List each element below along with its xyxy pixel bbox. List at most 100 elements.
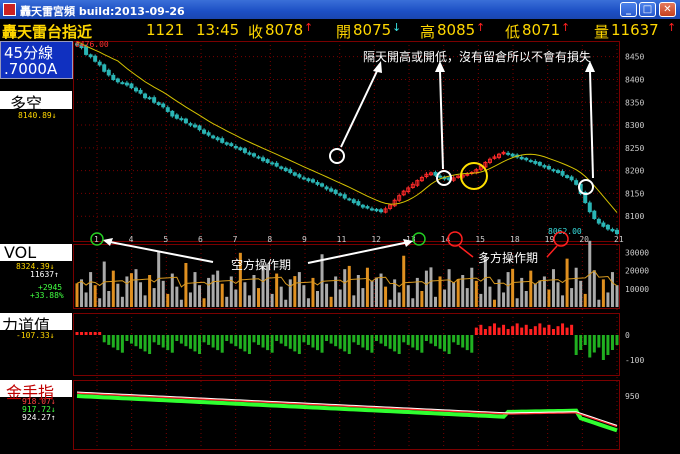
power-bar bbox=[80, 332, 84, 335]
power-tick-label: 0 bbox=[625, 331, 630, 340]
candle-body bbox=[356, 201, 361, 206]
candle-body bbox=[156, 102, 161, 106]
power-bar bbox=[275, 335, 279, 341]
volume-bar bbox=[116, 283, 120, 307]
candle-body bbox=[220, 138, 225, 143]
long-arrow-left bbox=[458, 245, 474, 258]
power-bar bbox=[202, 335, 206, 343]
volume-bar bbox=[610, 272, 614, 307]
minimize-button[interactable]: _ bbox=[620, 2, 637, 17]
symbol-name[interactable]: 轟天雷台指近 bbox=[2, 21, 92, 42]
power-bar bbox=[139, 335, 143, 349]
volume-bar bbox=[347, 265, 351, 307]
power-bar bbox=[102, 335, 106, 343]
volume-bar bbox=[502, 292, 506, 307]
power-bar bbox=[75, 332, 79, 335]
power-bar bbox=[302, 335, 306, 343]
chart-area[interactable]: 8450 8400 8350 8300 8250 8200 8150 8100 1 4 5 6 7 8 9… bbox=[73, 40, 680, 450]
volume-bar bbox=[80, 279, 84, 307]
x-tick-label: 12 bbox=[371, 235, 381, 244]
candle-body bbox=[129, 83, 134, 89]
chart-svg[interactable]: 8450 8400 8350 8300 8250 8200 8150 8100 1 4 5 6 7 8 9… bbox=[73, 40, 680, 450]
power-bar bbox=[157, 335, 161, 345]
volume-bar bbox=[515, 298, 519, 307]
vol-tick-label: 20000 bbox=[625, 267, 649, 276]
candle-body bbox=[202, 129, 207, 134]
candle-body bbox=[301, 177, 306, 180]
candle-body bbox=[147, 97, 152, 100]
power-bar bbox=[270, 335, 274, 353]
gold-finger-lines bbox=[76, 391, 618, 433]
power-bar bbox=[306, 335, 310, 345]
volume-bar bbox=[443, 289, 447, 307]
panel-tab-volume[interactable]: VOL bbox=[0, 243, 72, 262]
volume-bar bbox=[334, 276, 338, 307]
power-bar bbox=[379, 335, 383, 344]
volume-bar bbox=[529, 270, 533, 307]
maximize-button[interactable]: □ bbox=[639, 2, 656, 17]
power-bar bbox=[406, 335, 410, 345]
arrow-line-3 bbox=[589, 70, 594, 179]
candle-body bbox=[601, 222, 606, 227]
power-bar bbox=[588, 335, 592, 358]
candle-body bbox=[93, 55, 98, 62]
candle-body bbox=[574, 180, 579, 185]
volume-bar bbox=[107, 291, 111, 307]
power-bar bbox=[479, 324, 483, 335]
power-bar bbox=[365, 335, 369, 351]
candle-body bbox=[111, 74, 116, 80]
candle-body bbox=[102, 64, 107, 72]
volume-bar bbox=[202, 298, 206, 307]
gold-y-axis: 950 bbox=[625, 392, 640, 401]
candle-body bbox=[519, 156, 524, 160]
panel-tab-gold[interactable]: 金手指 bbox=[0, 380, 72, 402]
volume-bar bbox=[542, 276, 546, 307]
power-bar bbox=[266, 335, 270, 351]
candle-body bbox=[329, 188, 334, 192]
y-tick-label: 8450 bbox=[625, 53, 644, 62]
volume-bar bbox=[556, 282, 560, 307]
power-bar bbox=[238, 335, 242, 349]
power-bar bbox=[120, 335, 124, 353]
x-axis-ticks: 1 4 5 6 7 8 9 11 12 13 14 15 18 19 20 21 bbox=[94, 235, 624, 244]
volume-bar bbox=[506, 272, 510, 307]
candle-body bbox=[347, 198, 352, 201]
power-value: -107.33↓ bbox=[16, 331, 55, 340]
high-value: 8085 bbox=[437, 21, 476, 39]
period-box[interactable]: 45分線 .7000A bbox=[0, 41, 73, 79]
candle-body bbox=[528, 160, 533, 163]
panel-tab-power[interactable]: 力道值 bbox=[0, 313, 72, 335]
panel-tab-trend[interactable]: 多空 bbox=[0, 91, 72, 113]
power-bar bbox=[352, 335, 356, 343]
symbol-code: 1121 bbox=[146, 21, 185, 39]
top-price-label: 8476.00 bbox=[75, 41, 109, 49]
volume-bar bbox=[247, 295, 251, 307]
main-panel-frame bbox=[73, 41, 620, 242]
volume-bar bbox=[166, 293, 170, 307]
power-bar bbox=[293, 335, 297, 352]
volume-bar bbox=[252, 275, 256, 307]
power-bar bbox=[370, 335, 374, 353]
volume-bar bbox=[170, 273, 174, 307]
candle-body bbox=[351, 199, 356, 204]
power-bar bbox=[461, 335, 465, 348]
volume-bar bbox=[402, 255, 406, 307]
close-button[interactable]: ✕ bbox=[659, 2, 676, 17]
volume-bar bbox=[538, 280, 542, 307]
candle-body bbox=[224, 142, 229, 145]
volume-bar bbox=[84, 292, 88, 307]
marker-circle-1 bbox=[329, 148, 345, 164]
candle-body bbox=[242, 148, 247, 153]
volume-bar bbox=[606, 292, 610, 307]
volume-bar bbox=[261, 267, 265, 307]
power-bar bbox=[579, 335, 583, 350]
last-price-label: 8062.00 bbox=[548, 227, 582, 236]
volume-bar bbox=[316, 291, 320, 307]
power-bar bbox=[533, 326, 537, 335]
candle-body bbox=[124, 82, 129, 86]
power-bar bbox=[257, 335, 261, 345]
power-bar bbox=[411, 335, 415, 348]
candle-body bbox=[379, 209, 384, 213]
volume-bar bbox=[75, 283, 79, 307]
candle-body bbox=[170, 110, 175, 117]
